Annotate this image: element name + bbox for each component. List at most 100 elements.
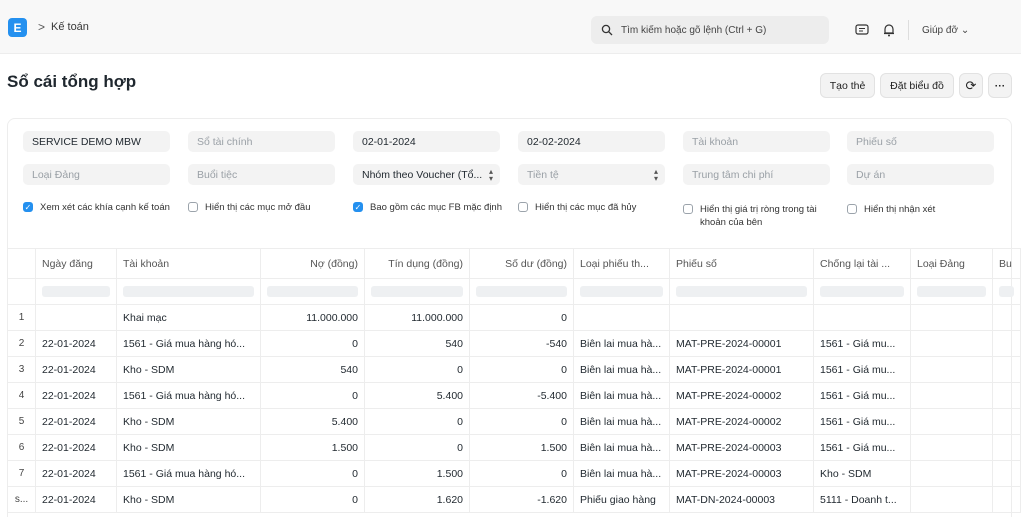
group-by-select[interactable]: Nhóm theo Voucher (Tổ... ▴ ▾ [353, 164, 500, 185]
cell-posting-date[interactable]: 22-01-2024 [36, 409, 117, 434]
cell-voucher-type[interactable]: Biên lai mua hà... [574, 461, 670, 486]
table-row[interactable]: 5 22-01-2024 Kho - SDM 5.400 0 0 Biên lai mua … [8, 409, 1021, 435]
cell-posting-date[interactable]: 22-01-2024 [36, 435, 117, 460]
finance-book-field[interactable]: Sổ tài chính [188, 131, 335, 152]
checkbox-unchecked-icon[interactable] [847, 204, 857, 214]
help-menu[interactable]: Giúp đỡ ⌄ [922, 25, 969, 36]
column-filter-input[interactable] [36, 279, 117, 304]
table-row[interactable]: 3 22-01-2024 Kho - SDM 540 0 0 Biên lai mua hà… [8, 357, 1021, 383]
cell-account[interactable]: Khai mạc [117, 305, 261, 330]
column-filter-input[interactable] [365, 279, 470, 304]
column-header[interactable]: Số dư (đồng) [470, 249, 574, 278]
cell-party-type[interactable] [911, 357, 993, 382]
cell-party-type[interactable] [911, 305, 993, 330]
cell-posting-date[interactable]: 22-01-2024 [36, 383, 117, 408]
cell-account[interactable]: 1561 - Giá mua hàng hó... [117, 461, 261, 486]
cell-against-account[interactable]: 1561 - Giá mu... [814, 409, 911, 434]
cell-voucher-no[interactable]: MAT-PRE-2024-00003 [670, 461, 814, 486]
cell-credit[interactable]: 540 [365, 331, 470, 356]
cell-debit[interactable]: 0 [261, 487, 365, 512]
column-header[interactable]: Ngày đăng [36, 249, 117, 278]
cell-party[interactable] [993, 461, 1021, 486]
set-chart-button[interactable]: Đặt biểu đồ [880, 73, 954, 98]
table-row[interactable]: 7 22-01-2024 1561 - Giá mua hàng hó... 0 1.5… [8, 461, 1021, 487]
cell-debit[interactable]: 540 [261, 357, 365, 382]
cell-party[interactable] [993, 383, 1021, 408]
cell-account[interactable]: Kho - SDM [117, 435, 261, 460]
cell-debit[interactable]: 0 [261, 383, 365, 408]
cell-voucher-type[interactable]: Biên lai mua hà... [574, 331, 670, 356]
table-row[interactable]: 4 22-01-2024 1561 - Giá mua hàng hó... 0 5.4… [8, 383, 1021, 409]
column-filter-input[interactable] [261, 279, 365, 304]
cell-voucher-no[interactable]: MAT-DN-2024-00003 [670, 487, 814, 512]
cell-against-account[interactable]: 1561 - Giá mu... [814, 383, 911, 408]
party-type-field[interactable]: Loại Đảng [23, 164, 170, 185]
cell-voucher-type[interactable] [574, 305, 670, 330]
cell-voucher-no[interactable]: MAT-PRE-2024-00003 [670, 435, 814, 460]
checkbox-net-values[interactable]: Hiển thị giá trị ròng trong tài khoản củ… [683, 203, 833, 229]
checkbox-unchecked-icon[interactable] [188, 202, 198, 212]
cell-party[interactable] [993, 487, 1021, 512]
cell-credit[interactable]: 0 [365, 409, 470, 434]
cell-account[interactable]: 1561 - Giá mua hàng hó... [117, 331, 261, 356]
cell-against-account[interactable]: 1561 - Giá mu... [814, 435, 911, 460]
checkbox-cancelled-entries[interactable]: Hiển thị các mục đã hủy [518, 201, 668, 214]
cell-party-type[interactable] [911, 383, 993, 408]
checkbox-accounting-dimensions[interactable]: ✓ Xem xét các khía cạnh kế toán [23, 201, 173, 214]
checkbox-show-remarks[interactable]: Hiển thị nhận xét [847, 203, 997, 216]
to-date-field[interactable]: 02-02-2024 [518, 131, 665, 152]
column-header[interactable]: Loại phiếu th... [574, 249, 670, 278]
checkbox-checked-icon[interactable]: ✓ [23, 202, 33, 212]
cell-voucher-no[interactable] [670, 305, 814, 330]
search-bar[interactable]: Tìm kiếm hoặc gõ lệnh (Ctrl + G) [591, 16, 829, 44]
cell-party[interactable] [993, 435, 1021, 460]
cell-voucher-no[interactable]: MAT-PRE-2024-00002 [670, 383, 814, 408]
cell-party-type[interactable] [911, 435, 993, 460]
cell-against-account[interactable]: Kho - SDM [814, 461, 911, 486]
cost-center-field[interactable]: Trung tâm chi phí [683, 164, 830, 185]
cell-balance[interactable]: 1.500 [470, 435, 574, 460]
cell-account[interactable]: 1561 - Giá mua hàng hó... [117, 383, 261, 408]
voucher-no-field[interactable]: Phiếu số [847, 131, 994, 152]
column-filter-input[interactable] [117, 279, 261, 304]
currency-select[interactable]: Tiền tệ ▴ ▾ [518, 164, 665, 185]
more-options-button[interactable]: ··· [988, 73, 1012, 98]
cell-voucher-type[interactable]: Phiếu giao hàng [574, 487, 670, 512]
cell-balance[interactable]: -1.620 [470, 487, 574, 512]
checkbox-opening-entries[interactable]: Hiển thị các mục mở đầu [188, 201, 338, 214]
cell-posting-date[interactable]: 22-01-2024 [36, 357, 117, 382]
chat-icon[interactable] [854, 22, 870, 38]
breadcrumb-accounting[interactable]: Kế toán [51, 21, 89, 33]
cell-posting-date[interactable] [36, 305, 117, 330]
create-card-button[interactable]: Tạo thẻ [820, 73, 875, 98]
column-filter-input[interactable] [993, 279, 1021, 304]
cell-balance[interactable]: -540 [470, 331, 574, 356]
cell-debit[interactable]: 0 [261, 331, 365, 356]
cell-debit[interactable]: 0 [261, 461, 365, 486]
cell-account[interactable]: Kho - SDM [117, 357, 261, 382]
column-filter-input[interactable] [574, 279, 670, 304]
column-header[interactable]: Loại Đảng [911, 249, 993, 278]
column-filter-input[interactable] [814, 279, 911, 304]
cell-party-type[interactable] [911, 461, 993, 486]
column-header[interactable]: Tín dụng (đồng) [365, 249, 470, 278]
column-header[interactable]: Chống lại tài ... [814, 249, 911, 278]
cell-party[interactable] [993, 409, 1021, 434]
app-logo[interactable]: E [8, 18, 27, 37]
cell-voucher-no[interactable]: MAT-PRE-2024-00002 [670, 409, 814, 434]
cell-voucher-type[interactable]: Biên lai mua hà... [574, 357, 670, 382]
column-header[interactable]: Tài khoản [117, 249, 261, 278]
cell-posting-date[interactable]: 22-01-2024 [36, 461, 117, 486]
cell-party-type[interactable] [911, 409, 993, 434]
cell-party-type[interactable] [911, 487, 993, 512]
column-header[interactable]: Bu [993, 249, 1021, 278]
cell-voucher-type[interactable]: Biên lai mua hà... [574, 383, 670, 408]
checkbox-checked-icon[interactable]: ✓ [353, 202, 363, 212]
cell-against-account[interactable]: 5111 - Doanh t... [814, 487, 911, 512]
company-field[interactable]: SERVICE DEMO MBW [23, 131, 170, 152]
table-row[interactable]: 6 22-01-2024 Kho - SDM 1.500 0 1.500 Biên lai … [8, 435, 1021, 461]
cell-balance[interactable]: 0 [470, 357, 574, 382]
cell-party[interactable] [993, 331, 1021, 356]
account-field[interactable]: Tài khoản [683, 131, 830, 152]
project-field[interactable]: Dự án [847, 164, 994, 185]
